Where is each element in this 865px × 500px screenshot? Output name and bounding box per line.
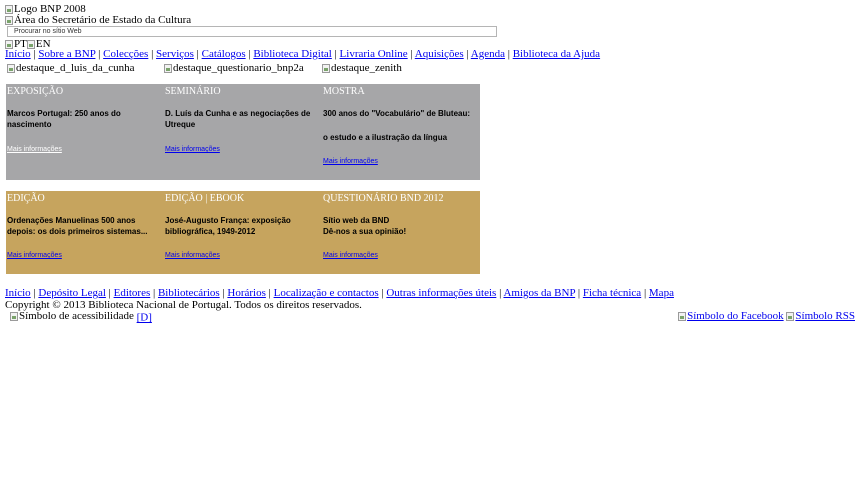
- nav-separator: |: [410, 48, 413, 60]
- nav-livraria[interactable]: Livraria Online: [340, 48, 408, 60]
- highlight-title: Marcos Portugal: 250 anos do nascimento: [7, 109, 121, 129]
- facebook-icon: [678, 311, 687, 321]
- nav-separator: |: [643, 287, 647, 299]
- highlight-edicao: EDIÇÃO Ordenações Manuelinas 500 anos de…: [6, 191, 164, 274]
- broken-image-icon: [5, 4, 13, 14]
- nav-sobre[interactable]: Sobre a BNP: [38, 48, 95, 60]
- nav-biblioteca-digital[interactable]: Biblioteca Digital: [253, 48, 332, 60]
- highlight-exposicao: EXPOSIÇÃO Marcos Portugal: 250 anos do n…: [6, 84, 164, 180]
- more-info-link[interactable]: Mais informações: [323, 158, 378, 165]
- more-info-link[interactable]: Mais informações: [7, 146, 62, 153]
- highlight-title: José-Augusto França: exposição bibliográ…: [165, 216, 291, 236]
- nav-separator: |: [466, 48, 469, 60]
- highlights-row-2: EDIÇÃO Ordenações Manuelinas 500 anos de…: [6, 191, 480, 274]
- broken-image-icon: [322, 63, 330, 73]
- highlight-title: 300 anos do "Vocabulário" de Bluteau:: [323, 109, 471, 118]
- highlight-title: Ordenações Manuelinas 500 anos depois: o…: [7, 216, 148, 236]
- nav-separator: |: [222, 287, 225, 299]
- highlight-category: EDIÇÃO | EBOOK: [165, 193, 245, 204]
- footer-localizacao[interactable]: Localização e contactos: [274, 287, 379, 299]
- nav-inicio[interactable]: Início: [5, 48, 31, 60]
- highlight-thumb-questionario[interactable]: destaque_questionario_bnp2a: [164, 62, 304, 74]
- more-info-link[interactable]: Mais informações: [165, 252, 220, 259]
- rss-link[interactable]: Símbolo RSS: [786, 310, 855, 322]
- nav-separator: |: [248, 48, 251, 60]
- more-info-link[interactable]: Mais informações: [7, 252, 62, 259]
- highlight-ebook: EDIÇÃO | EBOOK José-Augusto França: expo…: [164, 191, 322, 274]
- broken-image-icon: [164, 63, 172, 73]
- nav-biblioteca-ajuda[interactable]: Biblioteca da Ajuda: [513, 48, 600, 60]
- footer-ficha-tecnica[interactable]: Ficha técnica: [583, 287, 641, 299]
- nav-coleccoes[interactable]: Colecções: [103, 48, 148, 60]
- highlight-category: SEMINÁRIO: [165, 86, 221, 97]
- highlight-thumb-luis-cunha[interactable]: destaque_d_luis_da_cunha: [7, 62, 135, 74]
- highlight-category: QUESTIONÁRIO BND 2012: [323, 193, 444, 204]
- more-info-link[interactable]: Mais informações: [323, 252, 378, 259]
- highlight-title: D. Luís da Cunha e as negociações de Utr…: [165, 109, 311, 129]
- highlight-subtitle: o estudo e a ilustração da língua: [323, 133, 448, 142]
- highlight-title: Sítio web da BND: [323, 216, 390, 225]
- footer-editores[interactable]: Editores: [114, 287, 151, 299]
- nav-separator: |: [151, 48, 154, 60]
- nav-servicos[interactable]: Serviços: [156, 48, 194, 60]
- highlight-category: EDIÇÃO: [7, 193, 45, 204]
- ministry-banner[interactable]: Área do Secretário de Estado da Cultura: [5, 14, 191, 26]
- nav-separator: |: [98, 48, 101, 60]
- highlight-category: MOSTRA: [323, 86, 365, 97]
- main-nav: Início | Sobre a BNP | Colecções | Servi…: [5, 48, 600, 60]
- highlight-questionario: QUESTIONÁRIO BND 2012 Sítio web da BND D…: [322, 191, 480, 274]
- nav-catalogos[interactable]: Catálogos: [202, 48, 246, 60]
- facebook-link[interactable]: Símbolo do Facebook: [678, 310, 784, 322]
- highlight-thumb-zenith[interactable]: destaque_zenith: [322, 62, 402, 74]
- footer-horarios[interactable]: Horários: [227, 287, 266, 299]
- nav-separator: |: [196, 48, 199, 60]
- nav-separator: |: [33, 287, 36, 299]
- broken-image-icon: [5, 15, 13, 25]
- broken-image-icon: [10, 311, 18, 321]
- nav-aquisicoes[interactable]: Aquisições: [415, 48, 464, 60]
- nav-separator: |: [334, 48, 337, 60]
- highlight-category: EXPOSIÇÃO: [7, 86, 64, 97]
- accessibility-d-link[interactable]: [D]: [137, 312, 152, 324]
- nav-separator: |: [577, 287, 581, 299]
- nav-separator: |: [499, 287, 502, 299]
- social-links: Símbolo do Facebook Símbolo RSS: [678, 310, 855, 324]
- accessibility-block: Símbolo de acessibilidade [D]: [10, 310, 152, 324]
- search-input[interactable]: Procurar no sítio Web: [7, 26, 497, 37]
- highlight-seminario: SEMINÁRIO D. Luís da Cunha e as negociaç…: [164, 84, 322, 180]
- highlight-mostra: MOSTRA 300 anos do "Vocabulário" de Blut…: [322, 84, 480, 180]
- accessibility-symbol: Símbolo de acessibilidade: [10, 310, 134, 322]
- footer-deposito-legal[interactable]: Depósito Legal: [38, 287, 106, 299]
- footer-bibliotecarios[interactable]: Bibliotecários: [158, 287, 220, 299]
- footer-nav: Início | Depósito Legal | Editores | Bib…: [5, 287, 674, 299]
- nav-separator: |: [108, 287, 111, 299]
- highlights-row-1: EXPOSIÇÃO Marcos Portugal: 250 anos do n…: [6, 84, 480, 180]
- rss-icon: [786, 311, 795, 321]
- broken-image-icon: [7, 63, 15, 73]
- footer-mapa[interactable]: Mapa: [649, 287, 674, 299]
- nav-separator: |: [268, 287, 271, 299]
- nav-separator: |: [507, 48, 510, 60]
- footer-amigos[interactable]: Amigos da BNP: [503, 287, 575, 299]
- nav-separator: |: [381, 287, 384, 299]
- nav-separator: |: [33, 48, 36, 60]
- more-info-link[interactable]: Mais informações: [165, 146, 220, 153]
- highlight-subtitle: Dê-nos a sua opinião!: [323, 227, 407, 236]
- nav-separator: |: [153, 287, 156, 299]
- nav-agenda[interactable]: Agenda: [471, 48, 505, 60]
- footer-inicio[interactable]: Início: [5, 287, 31, 299]
- footer-outras-informacoes[interactable]: Outras informações úteis: [386, 287, 496, 299]
